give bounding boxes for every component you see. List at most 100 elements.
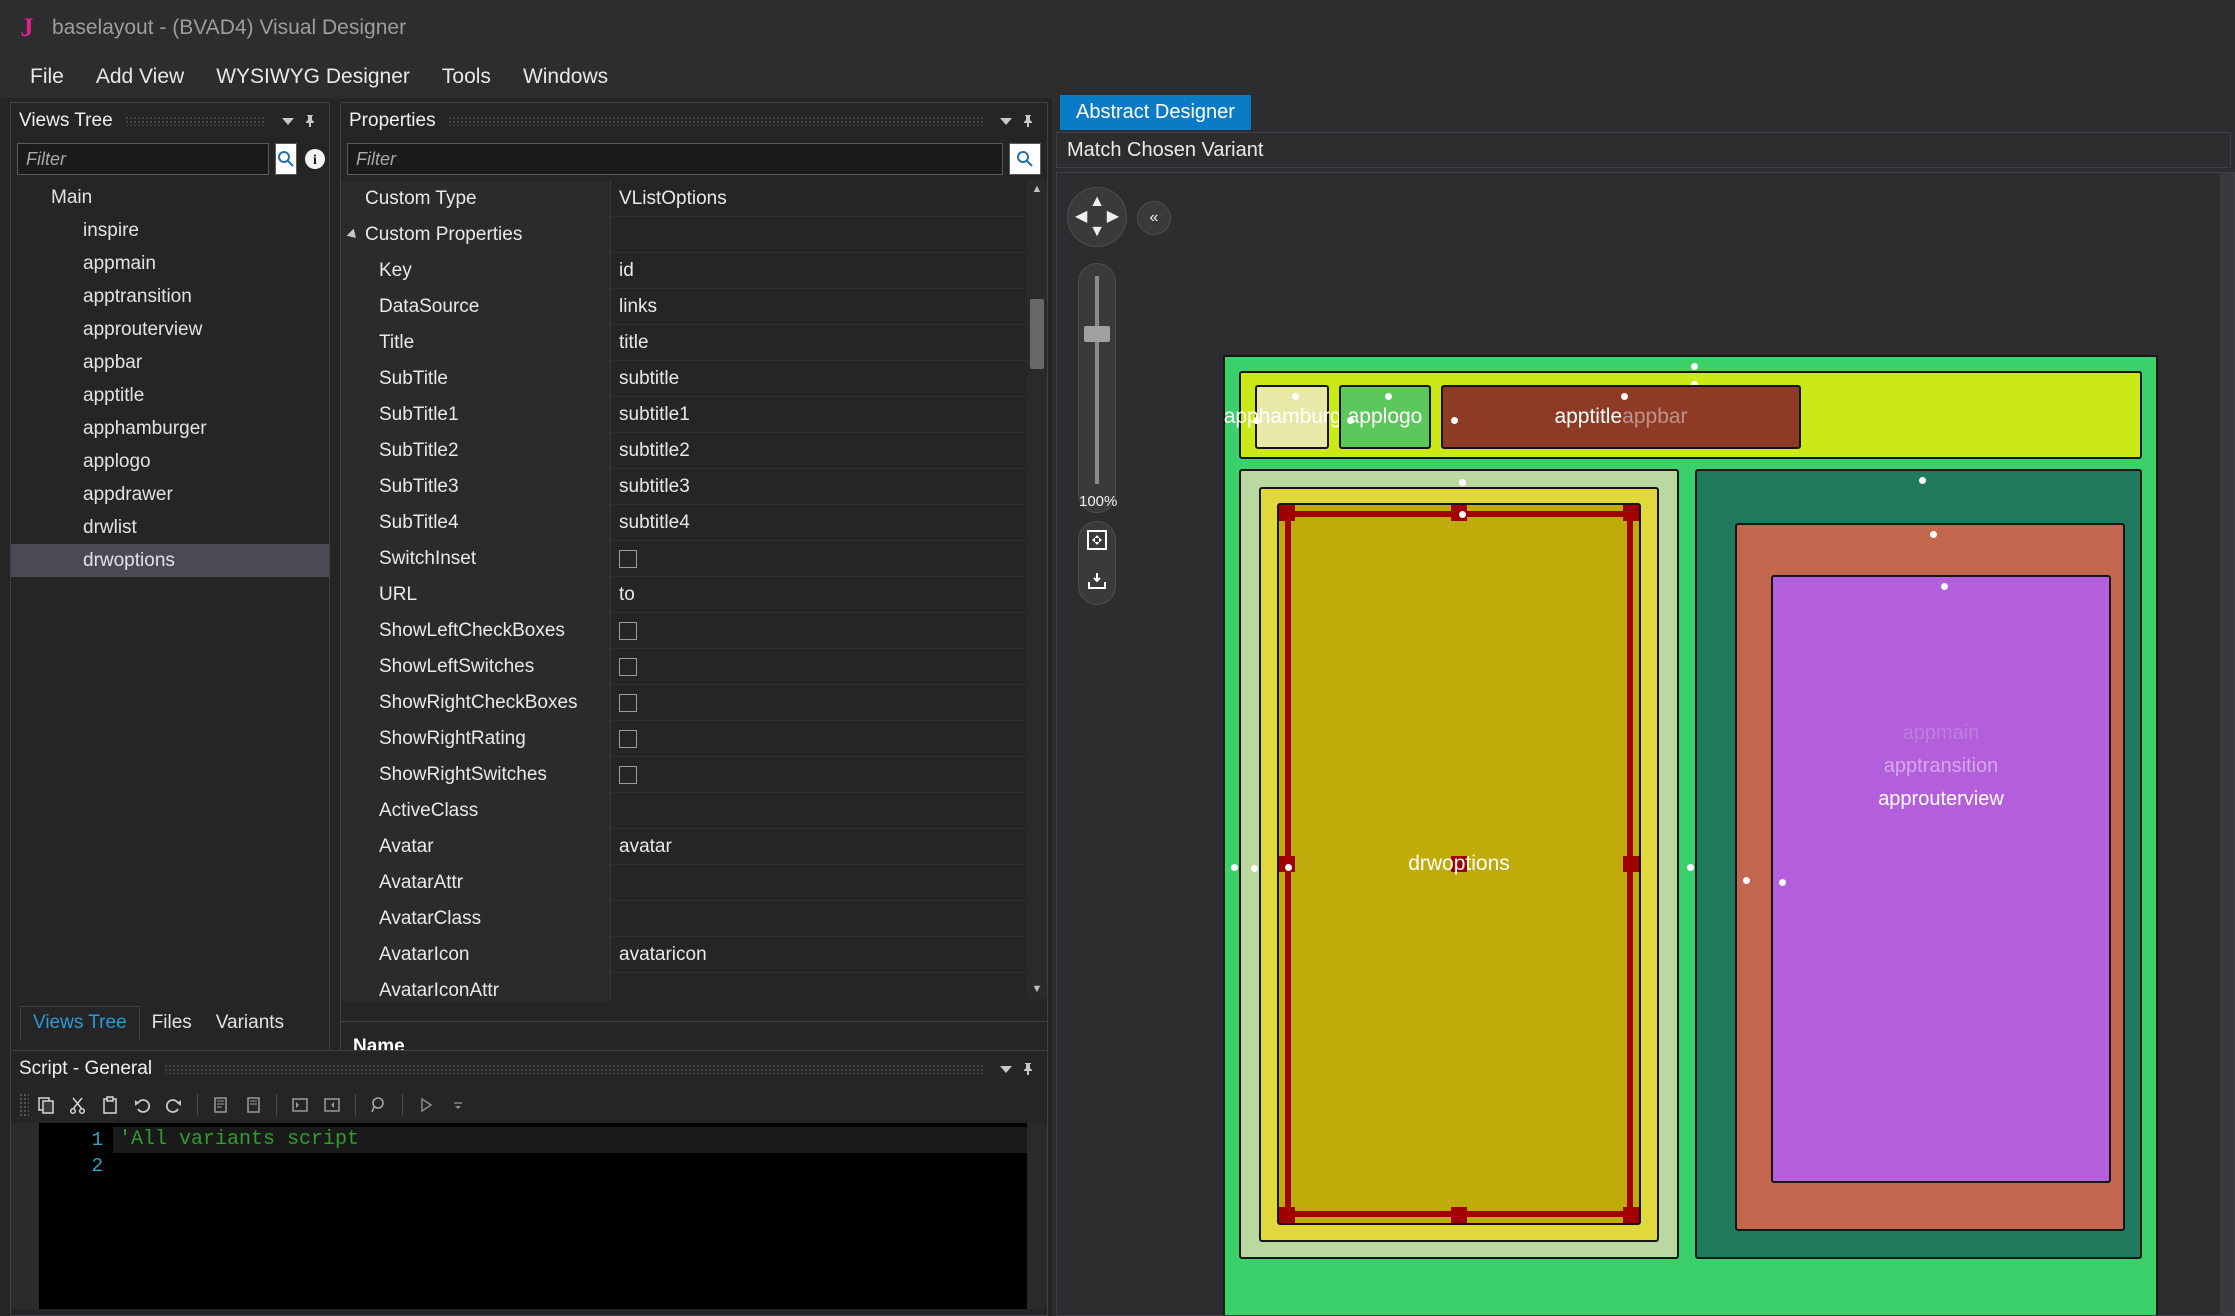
property-row-title[interactable]: Titletitle...	[341, 325, 1047, 361]
property-row-custom-properties[interactable]: Custom Properties	[341, 217, 1047, 253]
property-row-avatariconattr[interactable]: AvatarIconAttr...	[341, 973, 1047, 1001]
property-row-subtitle1[interactable]: SubTitle1subtitle1...	[341, 397, 1047, 433]
uncomment-button[interactable]	[238, 1090, 268, 1120]
selection-handle[interactable]	[1279, 505, 1295, 521]
property-value[interactable]: avatar	[611, 829, 1021, 864]
scroll-down-icon[interactable]: ▼	[1027, 979, 1047, 999]
views-tree-list[interactable]: Main inspire appmain apptransition approuter…	[11, 181, 329, 1043]
property-value[interactable]: title	[611, 325, 1021, 360]
zoom-slider-thumb[interactable]	[1084, 326, 1110, 342]
property-row-avatarattr[interactable]: AvatarAttr...	[341, 865, 1047, 901]
script-menu-button[interactable]	[995, 1058, 1017, 1080]
property-value[interactable]: subtitle3	[611, 469, 1021, 504]
property-row-url[interactable]: URLto...	[341, 577, 1047, 613]
property-row-activeclass[interactable]: ActiveClass...	[341, 793, 1047, 829]
property-row-datasource[interactable]: DataSourcelinks...	[341, 289, 1047, 325]
view-approuterview[interactable]: appmain apptransition approuterview	[1771, 575, 2111, 1183]
view-appbar[interactable]: apphamburger applogo apptitle appbar	[1224, 363, 2142, 459]
tab-views-tree[interactable]: Views Tree	[20, 1006, 140, 1039]
tree-item-drwlist[interactable]: drwlist	[11, 511, 329, 544]
menu-wysiwyg-designer[interactable]: WYSIWYG Designer	[200, 61, 426, 93]
property-value[interactable]	[611, 757, 1021, 792]
editor-code-lines[interactable]: 'All variants script	[113, 1123, 1027, 1309]
checkbox-showrightswitches[interactable]	[619, 765, 637, 784]
checkbox-showleftswitches[interactable]	[619, 657, 637, 676]
property-value[interactable]	[611, 721, 1021, 756]
view-appmain[interactable]: appmain apptransition approuterview	[1735, 523, 2125, 1231]
indent-button[interactable]	[285, 1090, 315, 1120]
property-row-subtitle3[interactable]: SubTitle3subtitle3...	[341, 469, 1047, 505]
property-row-showrightcheckboxes[interactable]: ShowRightCheckBoxes	[341, 685, 1047, 721]
menu-windows[interactable]: Windows	[507, 61, 624, 93]
property-value[interactable]	[611, 793, 1021, 828]
properties-grid[interactable]: Custom Type VListOptions Custom Properties…	[341, 181, 1047, 1001]
property-row-avatarclass[interactable]: AvatarClass...	[341, 901, 1047, 937]
selection-handle[interactable]	[1623, 856, 1639, 872]
menu-file[interactable]: File	[14, 61, 80, 93]
editor-breakpoint-gutter[interactable]	[11, 1123, 39, 1309]
checkbox-showrightrating[interactable]	[619, 729, 637, 748]
property-value[interactable]	[611, 649, 1021, 684]
property-value[interactable]: to	[611, 577, 1021, 612]
views-tree-filter-input[interactable]	[17, 143, 269, 175]
cut-button[interactable]	[63, 1090, 93, 1120]
collapse-toolbar-button[interactable]: «	[1137, 201, 1171, 235]
property-row-subtitle[interactable]: SubTitlesubtitle...	[341, 361, 1047, 397]
chevron-down-icon[interactable]: ▼	[1089, 224, 1105, 240]
tab-files[interactable]: Files	[140, 1007, 204, 1039]
checkbox-showrightcheckboxes[interactable]	[619, 693, 637, 712]
panel-drag-grip[interactable]	[124, 116, 265, 126]
property-row-showleftswitches[interactable]: ShowLeftSwitches	[341, 649, 1047, 685]
property-row-subtitle4[interactable]: SubTitle4subtitle4...	[341, 505, 1047, 541]
run-button[interactable]	[411, 1090, 441, 1120]
property-row-showrightrating[interactable]: ShowRightRating	[341, 721, 1047, 757]
save-image-button[interactable]	[1086, 570, 1108, 597]
properties-filter-input[interactable]	[347, 143, 1003, 175]
view-apphamburger[interactable]: apphamburger	[1224, 385, 1360, 449]
property-value[interactable]	[611, 541, 1021, 576]
tree-item-applogo[interactable]: applogo	[11, 445, 329, 478]
property-row-showrightswitches[interactable]: ShowRightSwitches	[341, 757, 1047, 793]
design-canvas[interactable]: ▲ ▼ ◀ ▶ « 100% apphamburger applogo appt…	[1056, 172, 2235, 1316]
properties-scrollbar[interactable]: ▲ ▼	[1027, 179, 1047, 999]
chevron-left-icon[interactable]: ◀	[1075, 209, 1087, 225]
selection-handle[interactable]	[1451, 1207, 1467, 1223]
overflow-button[interactable]	[443, 1090, 473, 1120]
redo-button[interactable]	[159, 1090, 189, 1120]
pin-button[interactable]	[299, 110, 321, 132]
property-value[interactable]: subtitle1	[611, 397, 1021, 432]
properties-search-button[interactable]	[1009, 143, 1041, 175]
script-pin-button[interactable]	[1017, 1058, 1039, 1080]
tree-item-Main[interactable]: Main	[11, 181, 329, 214]
undo-button[interactable]	[127, 1090, 157, 1120]
menu-add-view[interactable]: Add View	[80, 61, 200, 93]
property-value[interactable]	[611, 685, 1021, 720]
checkbox-switchinset[interactable]	[619, 549, 637, 568]
pan-control[interactable]: ▲ ▼ ◀ ▶	[1067, 187, 1127, 247]
view-main[interactable]: apphamburger applogo apptitle appbar drw…	[1223, 355, 2158, 1315]
view-content-region[interactable]: appmain apptransition approuterview	[1687, 469, 2142, 1259]
tree-item-appbar[interactable]: appbar	[11, 346, 329, 379]
menu-tools[interactable]: Tools	[426, 61, 507, 93]
property-value[interactable]	[611, 217, 1021, 252]
chevron-up-icon[interactable]: ▲	[1089, 194, 1105, 210]
editor-scrollbar[interactable]	[1027, 1123, 1047, 1309]
tab-abstract-designer[interactable]: Abstract Designer	[1060, 95, 1251, 130]
fit-to-screen-button[interactable]	[1086, 529, 1108, 556]
tree-item-apphamburger[interactable]: apphamburger	[11, 412, 329, 445]
property-value[interactable]	[611, 901, 1021, 936]
variant-bar[interactable]: Match Chosen Variant	[1056, 132, 2231, 168]
property-row-showleftcheckboxes[interactable]: ShowLeftCheckBoxes	[341, 613, 1047, 649]
property-value[interactable]: subtitle2	[611, 433, 1021, 468]
property-row-subtitle2[interactable]: SubTitle2subtitle2...	[341, 433, 1047, 469]
selection-handle[interactable]	[1623, 1207, 1639, 1223]
property-value[interactable]: links	[611, 289, 1021, 324]
info-button[interactable]: i	[303, 146, 327, 172]
properties-pin-button[interactable]	[1017, 110, 1039, 132]
comment-button[interactable]	[206, 1090, 236, 1120]
tree-item-apptransition[interactable]: apptransition	[11, 280, 329, 313]
zoom-slider[interactable]: 100%	[1078, 263, 1117, 513]
find-button[interactable]	[364, 1090, 394, 1120]
property-row-avatar[interactable]: Avataravatar...	[341, 829, 1047, 865]
property-row-switchinset[interactable]: SwitchInset	[341, 541, 1047, 577]
